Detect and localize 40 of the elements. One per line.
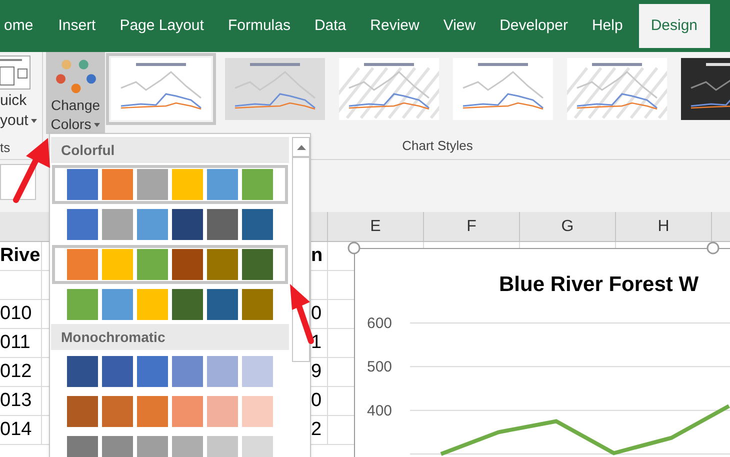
selection-handle[interactable] [347,241,361,255]
ribbon-tab[interactable]: Insert [46,4,108,48]
column-header[interactable]: F [424,212,520,241]
ribbon-tab[interactable]: Formulas [216,4,302,48]
ribbon-tab[interactable]: Developer [488,4,580,48]
column-header[interactable]: G [520,212,616,241]
section-header: Monochromatic [51,324,289,350]
table-cell: 013 [0,387,42,415]
annotation-arrow [12,138,50,204]
axis-label: 400 [367,402,392,420]
ribbon-tab[interactable]: Page Layout [108,4,216,48]
table-cell: 011 [0,329,42,357]
caret-icon [31,119,38,123]
ribbon-tab[interactable]: ome [0,4,46,48]
ribbon-tab[interactable]: Data [302,4,358,48]
group-label: Chart Styles [402,136,473,155]
column-header[interactable]: E [328,212,424,241]
column-header[interactable]: H [616,212,712,241]
ribbon-tab[interactable]: View [431,4,488,48]
caret-up-icon [296,144,306,150]
selection-handle[interactable] [706,241,720,255]
section-header: Colorful [51,137,289,163]
table-cell: 014 [0,416,42,444]
axis-label: 600 [367,315,392,332]
group-label: ts [0,139,12,157]
caret-icon [94,122,100,126]
axis-label: 500 [367,358,392,376]
ribbon-tab[interactable]: Help [580,4,635,48]
quick-layout-button[interactable]: uick yout [0,52,42,134]
chart-title: Blue River Forest W [499,272,699,298]
table-cell: 010 [0,300,42,328]
color-palette-option[interactable] [52,165,288,204]
scroll-up-button[interactable] [292,137,310,157]
change-colors-button[interactable]: Change Colors [46,52,105,134]
chart-style-thumbnail[interactable] [106,53,216,125]
table-cell: Rive [0,242,42,270]
ribbon-tab[interactable]: Design [638,4,710,48]
ribbon-tab[interactable]: Review [358,4,432,48]
table-cell: 012 [0,358,42,386]
color-palette-option[interactable] [52,245,288,284]
